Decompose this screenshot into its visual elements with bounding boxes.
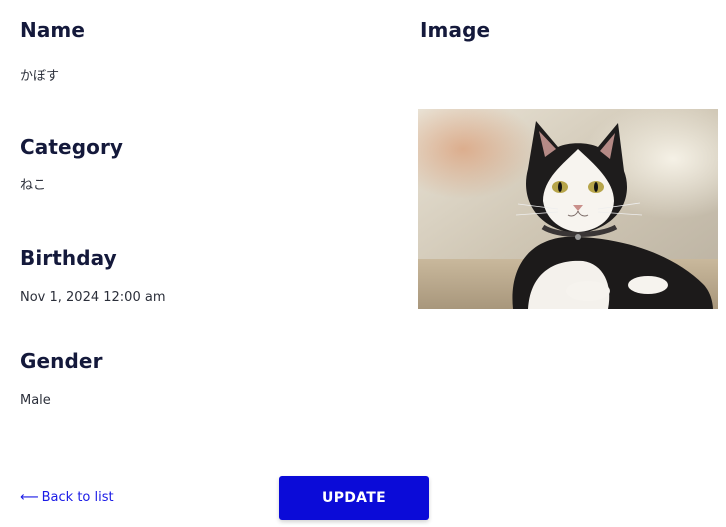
pet-detail-page: Name かぼす Category ねこ Birthday Nov 1, 202…	[0, 0, 726, 527]
back-to-list-label: Back to list	[41, 490, 114, 505]
gender-value: Male	[20, 393, 51, 408]
name-value: かぼす	[20, 69, 60, 84]
arrow-left-icon: ⟵	[20, 490, 39, 505]
cat-photo	[418, 109, 718, 309]
category-label: Category	[20, 135, 124, 159]
back-to-list-link[interactable]: ⟵ Back to list	[20, 489, 114, 507]
gender-label: Gender	[20, 349, 103, 373]
birthday-value: Nov 1, 2024 12:00 am	[20, 290, 166, 305]
image-label: Image	[420, 18, 491, 42]
birthday-label: Birthday	[20, 246, 117, 270]
update-button[interactable]: UPDATE	[279, 476, 429, 520]
name-label: Name	[20, 18, 86, 42]
category-value: ねこ	[20, 178, 47, 193]
